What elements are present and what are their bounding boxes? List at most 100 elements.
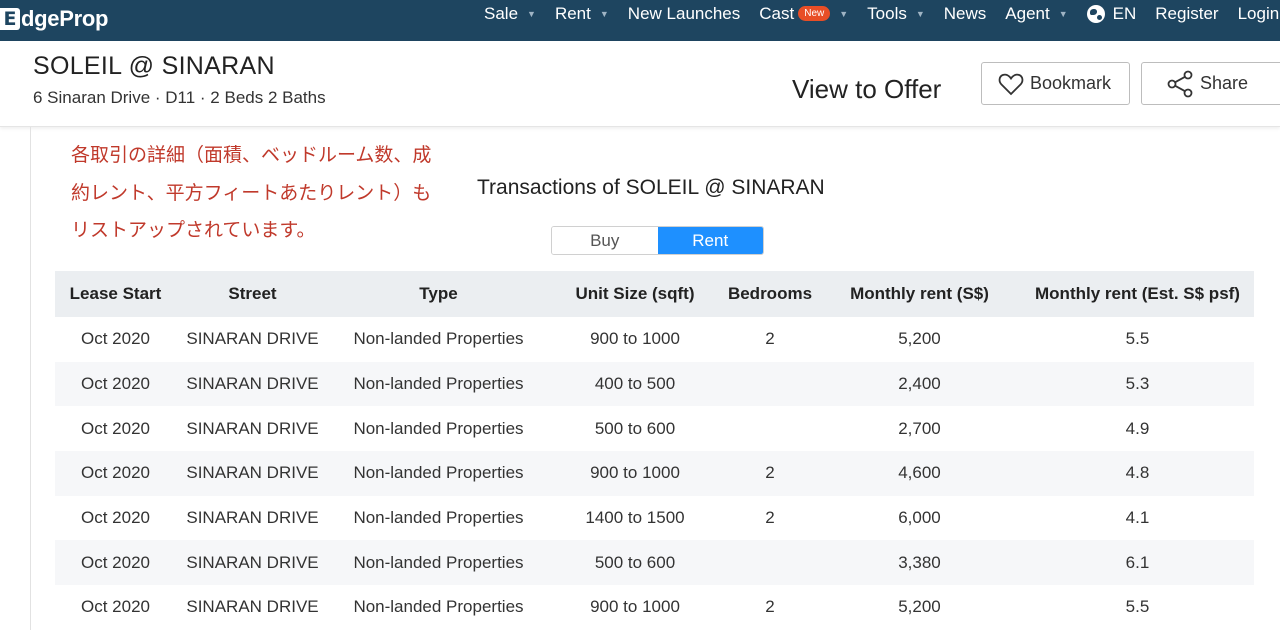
login-label: Login [1237,3,1280,23]
table-cell: 500 to 600 [594,418,676,438]
table-cell: 2 [765,508,775,528]
nav-item-rent[interactable]: Rent ▼ [555,4,609,24]
register-label: Register [1155,3,1219,23]
table-row: Oct 2020 SINARAN DRIVE Non-landed Properti… [55,451,1254,496]
table-cell: 5.5 [1125,597,1150,617]
nav-item-label: Rent [554,3,591,23]
table-cell: 6,000 [898,508,941,528]
logo-text: dgeProp [21,6,109,31]
table-cell: SINARAN DRIVE [186,597,319,617]
table-cell: Oct 2020 [81,508,150,528]
share-button[interactable]: Share [1141,62,1280,105]
transactions-table: Lease Start Street Type Unit Size (sqft) Bed… [55,271,1254,630]
bookmark-label: Bookmark [1030,73,1112,93]
nav-item-label: Cast [759,3,795,23]
table-row: Oct 2020 SINARAN DRIVE Non-landed Properti… [55,585,1254,630]
globe-icon [1086,4,1105,23]
column-header[interactable]: Street [176,284,329,304]
bookmark-button[interactable]: Bookmark [981,62,1130,105]
table-cell: 500 to 600 [594,552,676,572]
table-header: Lease Start Street Type Unit Size (sqft) Bed… [55,271,1254,317]
nav-item-label: News [943,3,987,23]
table-cell: Oct 2020 [81,374,150,394]
column-header[interactable]: Bedrooms [722,284,818,304]
table-cell: Non-landed Properties [353,463,524,483]
nav-item-tools[interactable]: Tools ▼ [867,4,925,24]
table-cell: 900 to 1000 [590,597,680,617]
table-cell: Oct 2020 [81,463,150,483]
nav-item-agent[interactable]: Agent ▼ [1005,4,1067,24]
table-row: Oct 2020 SINARAN DRIVE Non-landed Properti… [55,317,1254,362]
chevron-down-icon: ▼ [839,8,849,19]
table-cell: 4.1 [1125,508,1150,528]
table-cell: 2,700 [898,418,941,438]
top-nav: E dgeProp Sale ▼ Rent ▼ New Launches Cast New ▼… [0,0,1280,41]
share-label: Share [1200,73,1249,93]
property-header: SOLEIL @ SINARAN 6 Sinaran Drive · D11 ·… [0,41,1280,127]
toggle-buy[interactable]: Buy [552,227,658,254]
table-row: Oct 2020 SINARAN DRIVE Non-landed Properti… [55,406,1254,451]
column-header[interactable]: Unit Size (sqft) [548,284,722,304]
annotation-note: 各取引の詳細（面積、ベッドルーム数、成約レント、平方フィートあたりレント）もリス… [71,144,432,241]
table-cell: Non-landed Properties [353,552,524,572]
table-cell: 5,200 [898,329,941,349]
nav-item-news[interactable]: News [944,4,987,24]
table-cell: Oct 2020 [81,597,150,617]
property-title: SOLEIL @ SINARAN [33,52,275,80]
column-header[interactable]: Monthly rent (Est. S$ psf) [1021,284,1254,304]
share-icon [1167,70,1193,97]
toggle-rent[interactable]: Rent [657,227,763,254]
table-row: Oct 2020 SINARAN DRIVE Non-landed Properti… [55,496,1254,541]
table-cell: Non-landed Properties [353,597,524,617]
chevron-down-icon: ▼ [599,8,609,19]
table-cell: 5,200 [898,597,941,617]
table-cell: Non-landed Properties [353,508,524,528]
nav-item-label: Tools [867,3,907,23]
nav-item-label: Agent [1005,3,1050,23]
table-cell: Oct 2020 [81,329,150,349]
register-link[interactable]: Register [1155,4,1218,24]
column-header[interactable]: Type [329,284,548,304]
nav-menu: Sale ▼ Rent ▼ New Launches Cast New ▼ Tools ▼ News… [484,0,1280,27]
table-cell: 900 to 1000 [590,463,680,483]
table-cell: SINARAN DRIVE [186,463,319,483]
nav-item-new-launches[interactable]: New Launches [628,4,740,24]
table-cell: 4.8 [1125,463,1150,483]
table-cell: 900 to 1000 [590,329,680,349]
nav-item-label: New Launches [627,3,741,23]
table-cell: 2,400 [898,374,941,394]
table-cell: Non-landed Properties [353,374,524,394]
nav-item-label: Sale [484,3,519,23]
chevron-down-icon: ▼ [527,8,536,19]
nav-item-language[interactable]: EN [1086,4,1136,24]
price-label: View to Offer [792,74,942,104]
content-divider [30,127,31,630]
table-cell: Oct 2020 [81,552,150,572]
table-cell: Non-landed Properties [353,418,524,438]
nav-item-sale[interactable]: Sale ▼ [484,4,536,24]
table-cell: 2 [765,463,775,483]
column-header[interactable]: Lease Start [55,284,176,304]
table-cell: 5.5 [1125,329,1150,349]
table-cell: 6.1 [1125,552,1150,572]
nav-item-cast[interactable]: Cast New ▼ [759,4,848,24]
buy-rent-toggle: Buy Rent [551,226,764,255]
table-cell: SINARAN DRIVE [186,552,319,572]
column-header[interactable]: Monthly rent (S$) [818,284,1021,304]
table-cell: Non-landed Properties [353,329,524,349]
heart-icon [998,73,1024,95]
table-cell: Oct 2020 [81,418,150,438]
table-cell: SINARAN DRIVE [186,508,319,528]
table-cell: 2 [765,329,775,349]
property-subtitle: 6 Sinaran Drive · D11 · 2 Beds 2 Baths [33,88,326,107]
table-cell: SINARAN DRIVE [186,374,319,394]
table-cell: 400 to 500 [594,374,676,394]
logo-mark: E [0,8,20,30]
transactions-title: Transactions of SOLEIL @ SINARAN [477,176,825,199]
login-link[interactable]: Login [1238,4,1280,24]
table-cell: SINARAN DRIVE [186,329,319,349]
table-cell: 3,380 [898,552,941,572]
table-cell: 2 [765,597,775,617]
table-row: Oct 2020 SINARAN DRIVE Non-landed Properti… [55,361,1254,407]
edgeprop-logo[interactable]: E dgeProp [0,5,108,33]
